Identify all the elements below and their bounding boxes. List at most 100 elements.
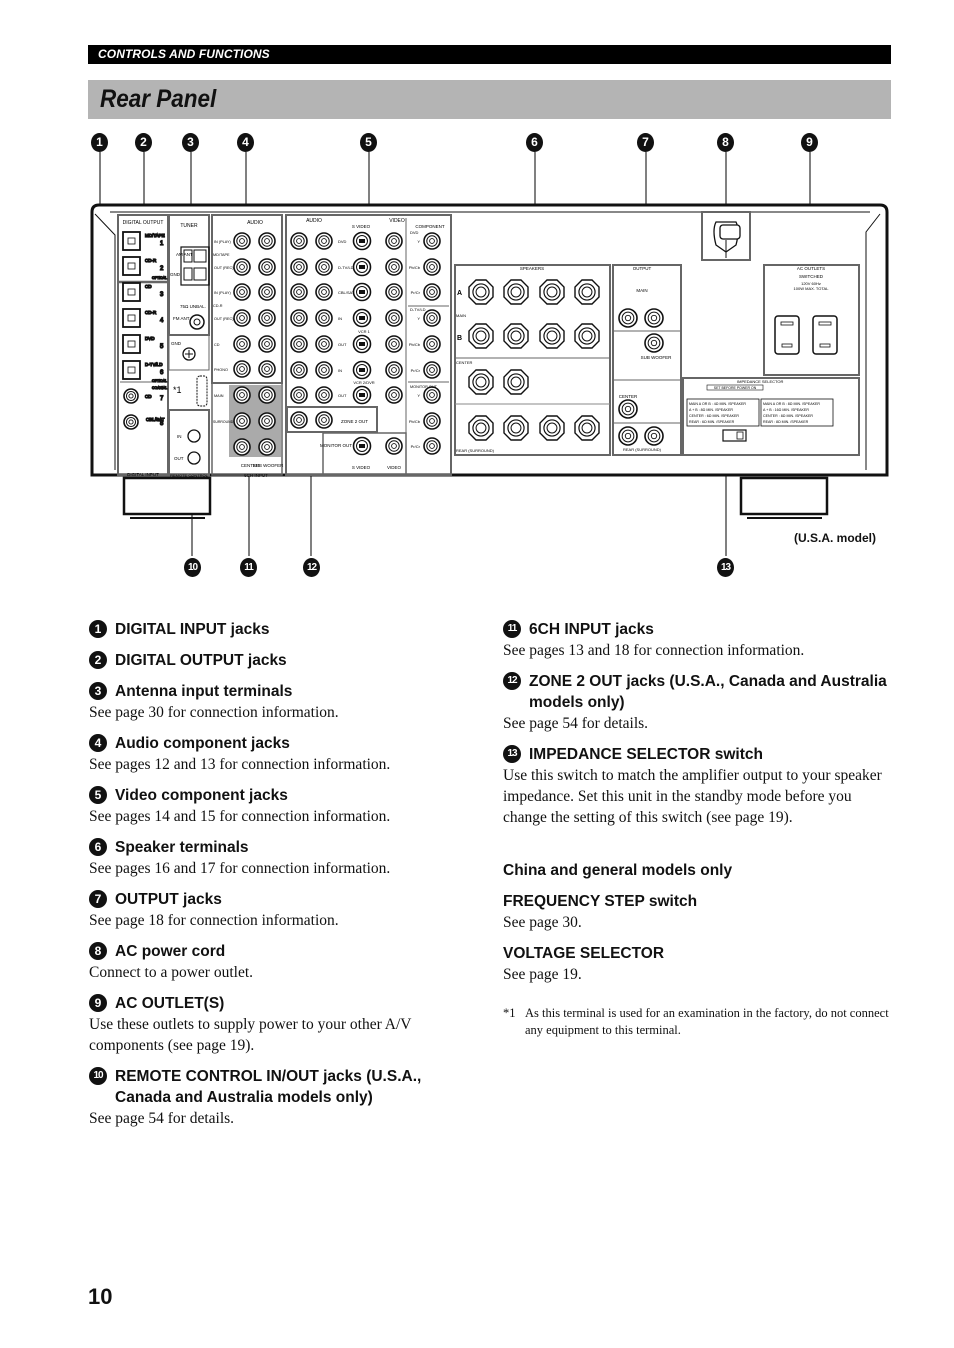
section-title: CONTROLS AND FUNCTIONS bbox=[98, 47, 270, 61]
item-ac-outlets: 9 AC OUTLET(S) Use these outlets to suppl… bbox=[89, 993, 469, 1056]
s-video-jack bbox=[352, 282, 372, 302]
audio-group-label: CD-R bbox=[213, 304, 223, 308]
item-number: 3 bbox=[89, 682, 107, 700]
audio-row-label: OUT (REC) bbox=[214, 266, 234, 270]
video-audio-jack-l bbox=[315, 283, 333, 301]
component-jack-label: Pr/Cr bbox=[411, 368, 421, 373]
composite-video-jack bbox=[385, 258, 403, 276]
label-optical: OPTICAL bbox=[152, 379, 167, 383]
item-antenna: 3 Antenna input terminals See page 30 for… bbox=[89, 681, 469, 723]
subwoofer-jack bbox=[644, 333, 664, 353]
6ch-input-jack bbox=[233, 386, 251, 404]
digital-jack-label: CD-R bbox=[145, 258, 157, 263]
video-row-label: IN bbox=[338, 368, 342, 373]
rear-out-l bbox=[644, 426, 664, 446]
impedance-option-low: MAIN A OR B : 4Ω MIN. /SPEAKER bbox=[689, 402, 746, 406]
footnote: *1 As this terminal is used for an exami… bbox=[503, 1005, 895, 1039]
item-number: 7 bbox=[89, 890, 107, 908]
coaxial-jack bbox=[123, 388, 139, 404]
audio-jack-l bbox=[258, 360, 276, 378]
video-audio-jack-r bbox=[290, 361, 308, 379]
audio-jack-r bbox=[233, 309, 251, 327]
speaker-terminal bbox=[503, 415, 529, 441]
label-digital-input: DIGITAL INPUT bbox=[127, 472, 159, 477]
item-title: DIGITAL INPUT jacks bbox=[115, 621, 270, 638]
component-jack bbox=[423, 386, 441, 404]
label-speakers: SPEAKERS bbox=[520, 266, 544, 271]
component-jack bbox=[423, 361, 441, 379]
item-title: REMOTE CONTROL IN/OUT jacks (U.S.A., Can… bbox=[115, 1068, 422, 1106]
impedance-option-high: MAIN A OR B : 8Ω MIN. /SPEAKER bbox=[763, 402, 820, 406]
6ch-input-jack bbox=[233, 438, 251, 456]
item-number: 2 bbox=[89, 651, 107, 669]
speaker-terminal bbox=[574, 279, 600, 305]
item-title: AC power cord bbox=[115, 943, 226, 960]
speaker-terminal bbox=[503, 279, 529, 305]
rear-out-r bbox=[618, 426, 638, 446]
label-unbal: 75Ω UNBAL. bbox=[180, 304, 206, 309]
video-row-label: D-TV/LD bbox=[338, 265, 354, 270]
label-digital-output: DIGITAL OUTPUT bbox=[123, 220, 164, 226]
label-component: COMPONENT bbox=[415, 224, 445, 229]
label-video-bottom: VIDEO bbox=[387, 465, 402, 470]
video-group-label: VCR 1 bbox=[358, 329, 371, 334]
item-title: AC OUTLET(S) bbox=[115, 995, 225, 1012]
item-output-jacks: 7 OUTPUT jacks See page 18 for connection… bbox=[89, 889, 469, 931]
label-optical: OPTICAL bbox=[152, 276, 167, 280]
item-number: 9 bbox=[89, 994, 107, 1012]
component-jack-label: Pr/Cr bbox=[411, 290, 421, 295]
component-group-label: MONITOR OUT bbox=[410, 385, 438, 389]
audio-row-label: IN (PLAY) bbox=[214, 291, 232, 295]
label-video: VIDEO bbox=[389, 218, 405, 224]
audio-jack-r bbox=[233, 335, 251, 353]
speaker-terminal bbox=[468, 279, 494, 305]
item-number: 1 bbox=[89, 620, 107, 638]
digital-jack-label: CD bbox=[145, 284, 152, 289]
coaxial-jack bbox=[123, 414, 139, 430]
item-title: Video component jacks bbox=[115, 787, 288, 804]
speaker-terminal bbox=[468, 323, 494, 349]
digital-jack-label: D-TV/LD bbox=[145, 362, 163, 367]
component-jack-label: Y bbox=[417, 239, 420, 244]
audio-jack-l bbox=[258, 232, 276, 250]
label-s-video: S VIDEO bbox=[352, 224, 371, 229]
page-number: 10 bbox=[88, 1284, 113, 1309]
video-row-label: OUT bbox=[338, 393, 347, 398]
video-row-label: DVD bbox=[338, 239, 347, 244]
digital-jack-label: DVD bbox=[145, 336, 155, 341]
label-coaxial: COAXIAL bbox=[152, 386, 167, 390]
label-ac-rating-2: 100W MAX. TOTAL bbox=[794, 286, 830, 291]
audio-row-label: OUT (REC) bbox=[214, 317, 234, 321]
footnote-mark: *1 bbox=[503, 1006, 516, 1020]
speaker-terminal bbox=[539, 415, 565, 441]
footnote-text: As this terminal is used for an examinat… bbox=[525, 1006, 889, 1037]
left-column: 1 DIGITAL INPUT jacks 2 DIGITAL OUTPUT jac… bbox=[89, 619, 469, 1139]
component-group-label: DVD bbox=[410, 230, 419, 235]
video-audio-jack-r bbox=[290, 335, 308, 353]
item-title: IMPEDANCE SELECTOR switch bbox=[529, 746, 763, 763]
item-title: Speaker terminals bbox=[115, 839, 249, 856]
speaker-terminal bbox=[468, 415, 494, 441]
label-tuner: TUNER bbox=[180, 223, 198, 229]
video-row-label: IN bbox=[338, 316, 342, 321]
item-video-component: 5 Video component jacks See pages 14 and … bbox=[89, 785, 469, 827]
optical-jack bbox=[122, 231, 141, 251]
composite-video-jack bbox=[385, 232, 403, 250]
label-speaker-center: CENTER bbox=[456, 360, 473, 365]
label-switched: SWITCHED bbox=[799, 274, 824, 279]
component-jack-label: Pb/Cb bbox=[409, 419, 421, 424]
label-remote-control: REMOTE CONTROL bbox=[170, 473, 209, 478]
remote-in-jack bbox=[187, 429, 201, 443]
rear-panel-diagram: DIGITAL OUTPUT DIGITAL INPUT MD/TAPE1CD-… bbox=[90, 152, 889, 556]
item-number: 5 bbox=[89, 786, 107, 804]
label-speaker-main: MAIN bbox=[456, 313, 466, 318]
composite-video-jack bbox=[385, 361, 403, 379]
frequency-step-title: FREQUENCY STEP switch bbox=[503, 893, 698, 910]
factory-terminal-label: *1 bbox=[173, 385, 182, 395]
speaker-terminal bbox=[539, 279, 565, 305]
speaker-terminal bbox=[574, 323, 600, 349]
component-jack-label: Pb/Cb bbox=[409, 265, 421, 270]
label-gnd: GND bbox=[170, 272, 181, 277]
speaker-terminal bbox=[503, 369, 529, 395]
item-6ch-input: 11 6CH INPUT jacks See pages 13 and 18 fo… bbox=[503, 619, 895, 661]
